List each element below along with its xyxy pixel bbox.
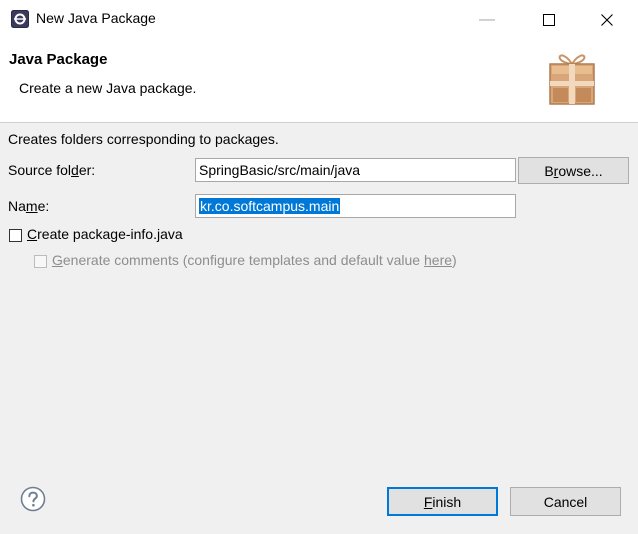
close-button[interactable] (584, 0, 630, 40)
generate-comments-checkbox (34, 255, 47, 268)
name-value-selected: kr.co.softcampus.main (199, 198, 341, 214)
source-folder-label-text: Source fol (8, 162, 72, 178)
eclipse-app-icon (11, 10, 29, 28)
name-input[interactable]: kr.co.softcampus.main (195, 194, 516, 218)
create-package-info-checkbox[interactable] (9, 229, 22, 242)
name-label-suffix: e: (37, 198, 50, 214)
name-mnemonic: m (25, 198, 38, 214)
here-link: here (424, 252, 453, 268)
create-package-info-label[interactable]: Create package-info.java (27, 226, 183, 242)
finish-mnemonic: F (423, 493, 433, 510)
generate-comments-label: Generate comments (configure templates a… (52, 252, 457, 268)
finish-button[interactable]: Finish (387, 487, 498, 516)
maximize-icon (543, 14, 555, 26)
page-title: Java Package (9, 51, 108, 68)
generate-comments-label-end: ) (452, 252, 457, 268)
help-icon[interactable] (20, 486, 46, 512)
browse-button[interactable]: Br owse... (518, 157, 629, 184)
source-folder-mnemonic: d (71, 162, 79, 178)
source-folder-value: SpringBasic/src/main/java (199, 162, 361, 178)
source-folder-label: Source folder: (8, 162, 95, 178)
minimize-button[interactable]: — (464, 0, 510, 40)
package-banner-icon (549, 54, 595, 105)
window-title: New Java Package (36, 10, 156, 26)
cancel-label: Cancel (543, 493, 588, 510)
generate-comments-label-text: enerate comments (configure templates an… (62, 252, 424, 268)
source-folder-input[interactable]: SpringBasic/src/main/java (195, 158, 516, 182)
name-label-text: Na (8, 198, 26, 214)
name-label: Name: (8, 198, 49, 214)
generate-comments-mnemonic: G (52, 252, 63, 268)
title-bar: New Java Package — (0, 0, 638, 40)
page-description: Create a new Java package. (19, 80, 197, 96)
wizard-header: Java Package Create a new Java package. (0, 40, 638, 123)
create-package-info-label-text: reate package-info.java (37, 226, 183, 242)
finish-label-text: inish (432, 493, 462, 510)
minimize-icon: — (479, 11, 495, 28)
browse-label-suffix: owse... (558, 162, 603, 179)
source-folder-label-suffix: er: (78, 162, 96, 178)
close-icon (601, 14, 613, 26)
maximize-button[interactable] (526, 0, 572, 40)
cancel-button[interactable]: Cancel (510, 487, 621, 516)
body-description: Creates folders corresponding to package… (8, 131, 279, 147)
create-package-info-mnemonic: C (27, 226, 38, 242)
browse-label-text: B (544, 162, 554, 179)
